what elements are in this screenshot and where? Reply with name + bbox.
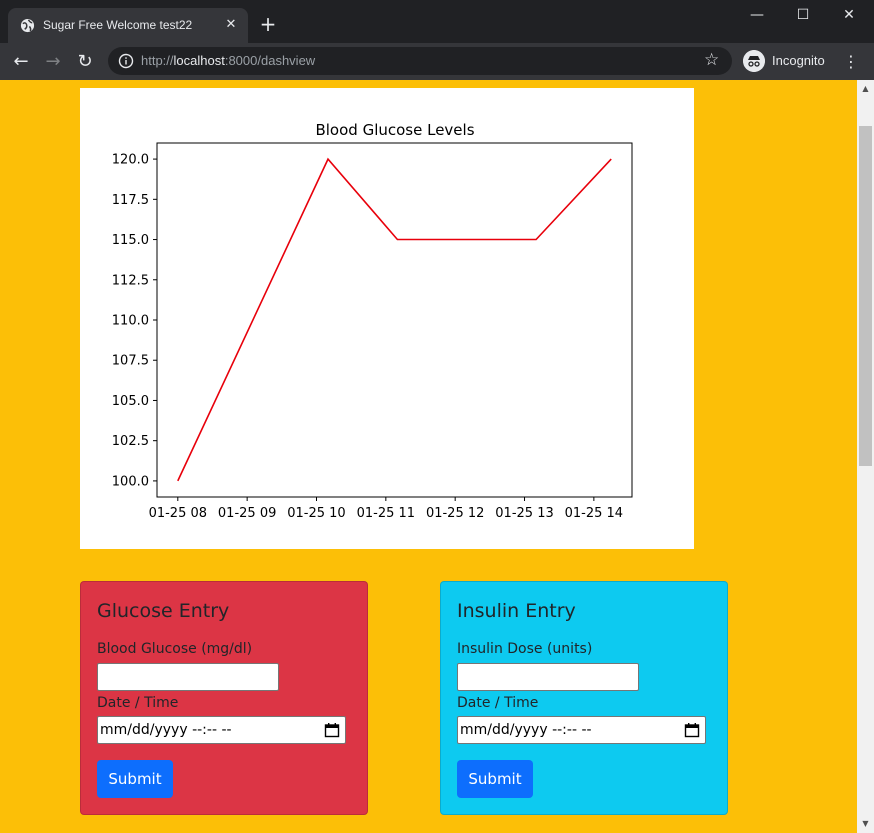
scroll-up-icon[interactable]: ▲ bbox=[857, 82, 874, 96]
back-arrow-icon[interactable]: ← bbox=[8, 49, 34, 75]
url-host: localhost bbox=[173, 53, 225, 68]
chart-title: Blood Glucose Levels bbox=[315, 121, 474, 139]
maximize-icon[interactable]: ☐ bbox=[780, 0, 826, 30]
minimize-icon[interactable]: — bbox=[734, 0, 780, 30]
y-tick-label: 105.0 bbox=[112, 394, 149, 409]
insulin-datetime-label: Date / Time bbox=[457, 695, 539, 711]
browser-toolbar: ← → ↻ http://localhost:8000/dashview ☆ I… bbox=[0, 43, 874, 80]
kebab-menu-icon[interactable]: ⋮ bbox=[840, 51, 862, 73]
y-tick-label: 115.0 bbox=[112, 233, 149, 248]
glucose-entry-card: Glucose Entry Blood Glucose (mg/dl) Date… bbox=[80, 581, 368, 815]
scroll-down-icon[interactable]: ▼ bbox=[857, 817, 874, 831]
x-tick-label: 01-25 09 bbox=[218, 506, 276, 521]
tab-title: Sugar Free Welcome test22 bbox=[43, 18, 193, 32]
glucose-datetime-placeholder: mm/dd/yyyy --:-- -- bbox=[100, 722, 232, 738]
glucose-datetime-input[interactable]: mm/dd/yyyy --:-- -- bbox=[97, 716, 346, 744]
y-tick-label: 107.5 bbox=[112, 354, 149, 369]
page-scrollbar[interactable]: ▲ ▼ bbox=[857, 80, 874, 833]
glucose-entry-title: Glucose Entry bbox=[97, 600, 230, 622]
glucose-chart-card: Blood Glucose Levels 100.0 102.5 105.0 107.… bbox=[80, 88, 694, 549]
calendar-icon[interactable] bbox=[324, 722, 340, 738]
insulin-datetime-input[interactable]: mm/dd/yyyy --:-- -- bbox=[457, 716, 706, 744]
window-close-icon[interactable]: ✕ bbox=[826, 0, 872, 30]
info-icon[interactable] bbox=[118, 53, 134, 69]
close-icon[interactable]: ✕ bbox=[223, 17, 239, 33]
glucose-submit-button[interactable]: Submit bbox=[97, 760, 173, 798]
glucose-datetime-label: Date / Time bbox=[97, 695, 179, 711]
blood-glucose-input[interactable] bbox=[97, 663, 279, 691]
insulin-entry-title: Insulin Entry bbox=[457, 600, 576, 622]
y-tick-label: 117.5 bbox=[112, 193, 149, 208]
blood-glucose-label: Blood Glucose (mg/dl) bbox=[97, 641, 253, 657]
forward-arrow-icon[interactable]: → bbox=[40, 49, 66, 75]
scrollbar-thumb[interactable] bbox=[859, 126, 872, 466]
plus-icon[interactable]: + bbox=[258, 14, 278, 34]
x-axis: 01-25 08 01-25 09 01-25 10 01-25 11 01-25 12… bbox=[149, 497, 623, 521]
url-path: :8000/dashview bbox=[224, 53, 316, 68]
title-bar: Sugar Free Welcome test22 ✕ + — ☐ ✕ bbox=[0, 0, 874, 43]
insulin-submit-button[interactable]: Submit bbox=[457, 760, 533, 798]
x-tick-label: 01-25 13 bbox=[495, 506, 553, 521]
insulin-dose-label: Insulin Dose (units) bbox=[457, 641, 593, 657]
incognito-label: Incognito bbox=[772, 53, 825, 68]
insulin-dose-input[interactable] bbox=[457, 663, 639, 691]
address-bar[interactable]: http://localhost:8000/dashview ☆ bbox=[108, 47, 732, 75]
calendar-icon[interactable] bbox=[684, 722, 700, 738]
incognito-indicator[interactable]: Incognito bbox=[740, 47, 830, 75]
plot-area bbox=[156, 142, 633, 498]
x-tick-label: 01-25 10 bbox=[287, 506, 345, 521]
y-axis: 100.0 102.5 105.0 107.5 110.0 112.5 115.0 117.5… bbox=[112, 153, 157, 489]
insulin-entry-card: Insulin Entry Insulin Dose (units) Date … bbox=[440, 581, 728, 815]
y-tick-label: 120.0 bbox=[112, 153, 149, 168]
y-tick-label: 100.0 bbox=[112, 474, 149, 489]
glucose-series-line bbox=[177, 157, 612, 482]
x-tick-label: 01-25 11 bbox=[357, 506, 415, 521]
y-tick-label: 110.0 bbox=[112, 314, 149, 329]
y-tick-label: 112.5 bbox=[112, 273, 149, 288]
x-tick-label: 01-25 14 bbox=[565, 506, 623, 521]
y-tick-label: 102.5 bbox=[112, 434, 149, 449]
globe-icon bbox=[20, 18, 35, 33]
url-scheme: http:// bbox=[141, 53, 174, 68]
star-icon[interactable]: ☆ bbox=[704, 50, 719, 70]
x-tick-label: 01-25 12 bbox=[426, 506, 484, 521]
url-text[interactable]: http://localhost:8000/dashview bbox=[141, 53, 315, 68]
glucose-chart: Blood Glucose Levels 100.0 102.5 105.0 107.… bbox=[112, 121, 633, 521]
incognito-icon bbox=[743, 50, 765, 72]
insulin-datetime-placeholder: mm/dd/yyyy --:-- -- bbox=[460, 722, 592, 738]
page-viewport: Blood Glucose Levels 100.0 102.5 105.0 107.… bbox=[0, 80, 874, 833]
browser-tab[interactable]: Sugar Free Welcome test22 ✕ bbox=[8, 8, 248, 43]
reload-icon[interactable]: ↻ bbox=[72, 49, 98, 75]
series-group bbox=[177, 157, 612, 482]
x-tick-label: 01-25 08 bbox=[149, 506, 207, 521]
